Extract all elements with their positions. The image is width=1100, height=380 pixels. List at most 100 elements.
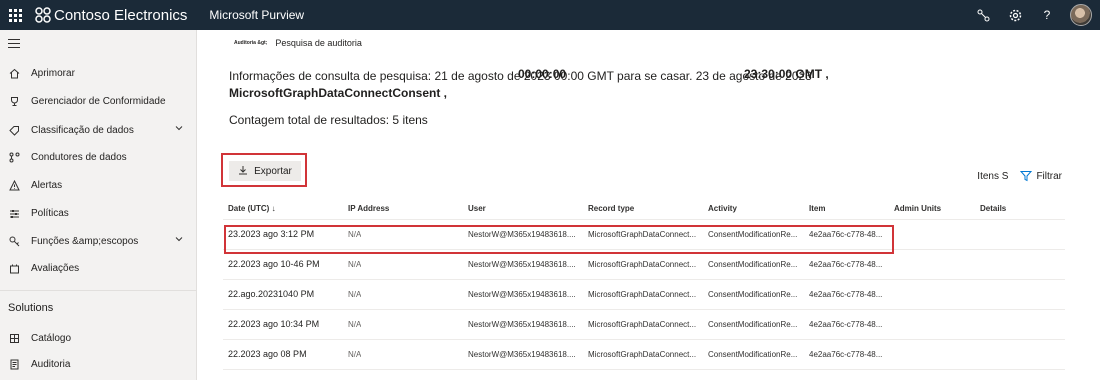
table-row[interactable]: 22.2023 ago 10-46 PM N/A NestorW@M365x19… (223, 250, 1065, 280)
sidebar-item-label: Funções &amp;escopos (31, 235, 139, 247)
cell-record-type: MicrosoftGraphDataConnect... (588, 230, 697, 239)
brand[interactable]: Contoso Electronics (34, 6, 187, 24)
sidebar-item-home[interactable]: Aprimorar (0, 62, 197, 84)
total-results: Contagem total de resultados: 5 itens (229, 113, 428, 127)
cell-activity: ConsentModificationRe... (708, 320, 798, 329)
help-icon[interactable]: ? (1038, 6, 1056, 24)
sidebar-item-label: Auditoria (31, 358, 71, 370)
connections-icon[interactable] (974, 6, 992, 24)
breadcrumb-parent[interactable]: Auditoria &gt; (234, 40, 267, 46)
catalog-icon (7, 331, 21, 345)
sidebar-item-label: Avaliações (31, 262, 80, 274)
breadcrumb: Auditoria &gt; Pesquisa de auditoria (234, 38, 362, 48)
cell-ip: N/A (348, 350, 362, 359)
query-info: Informações de consulta de pesquisa: 21 … (229, 67, 869, 102)
sidebar-item-data-classification[interactable]: Classificação de dados (0, 119, 197, 141)
chevron-down-icon[interactable] (175, 235, 183, 243)
column-header-activity[interactable]: Activity (708, 204, 804, 213)
column-header-details[interactable]: Details (980, 204, 1006, 213)
cell-item: 4e2aa76c-c778-48... (809, 350, 883, 359)
filter-button[interactable]: Filtrar (1020, 170, 1062, 182)
table-row[interactable]: 22.ago.20231040 PM N/A NestorW@M365x1948… (223, 280, 1065, 310)
gear-icon[interactable] (1006, 6, 1024, 24)
tag-icon (7, 123, 21, 137)
sidebar: Aprimorar Gerenciador de Conformidade Cl… (0, 30, 197, 380)
cell-ip: N/A (348, 290, 362, 299)
column-header-user[interactable]: User (468, 204, 580, 213)
table-row[interactable]: 23.2023 ago 3:12 PM N/A NestorW@M365x194… (223, 220, 1065, 250)
avatar[interactable] (1070, 4, 1092, 26)
brand-name: Contoso Electronics (54, 6, 188, 24)
cell-date: 22.ago.20231040 PM (228, 289, 315, 299)
sidebar-item-label: Alertas (31, 179, 63, 191)
query-info-line2: MicrosoftGraphDataConnectConsent , (229, 86, 448, 100)
sidebar-item-label: Catálogo (31, 332, 72, 344)
sidebar-item-data-connectors[interactable]: Condutores de dados (0, 146, 197, 168)
warning-icon (7, 178, 21, 192)
cell-date: 22.2023 ago 10-46 PM (228, 259, 320, 269)
audit-icon (7, 357, 21, 371)
cell-date: 23.2023 ago 3:12 PM (228, 229, 315, 239)
cell-activity: ConsentModificationRe... (708, 230, 798, 239)
cell-record-type: MicrosoftGraphDataConnect... (588, 350, 697, 359)
filter-icon (1020, 171, 1033, 182)
contoso-logo-icon (35, 7, 51, 23)
assessment-icon (7, 261, 21, 275)
filter-label: Filtrar (1036, 170, 1062, 182)
audit-results-table: Date (UTC) ↓ IP Address User Record type… (223, 198, 1065, 370)
top-bar: Contoso Electronics Microsoft Purview ? (0, 0, 1100, 30)
cell-ip: N/A (348, 320, 362, 329)
sidebar-item-assessments[interactable]: Avaliações (0, 257, 197, 279)
sidebar-item-compliance-manager[interactable]: Gerenciador de Conformidade (0, 90, 197, 112)
column-header-admin-units[interactable]: Admin Units (894, 204, 941, 213)
export-highlight: Exportar (221, 153, 307, 187)
home-icon (7, 66, 21, 80)
column-header-date[interactable]: Date (UTC) ↓ (228, 204, 276, 213)
sidebar-item-audit[interactable]: Auditoria (0, 353, 197, 375)
column-header-record-type[interactable]: Record type (588, 204, 704, 213)
cell-record-type: MicrosoftGraphDataConnect... (588, 320, 697, 329)
sidebar-item-roles-scopes[interactable]: Funções &amp;escopos (0, 230, 197, 252)
breadcrumb-current: Pesquisa de auditoria (275, 38, 362, 48)
sidebar-item-label: Condutores de dados (31, 151, 127, 163)
waffle-icon[interactable] (0, 0, 30, 30)
table-row[interactable]: 22.2023 ago 10:34 PM N/A NestorW@M365x19… (223, 310, 1065, 340)
table-row[interactable]: 22.2023 ago 08 PM N/A NestorW@M365x19483… (223, 340, 1065, 370)
cell-date: 22.2023 ago 08 PM (228, 349, 307, 359)
sidebar-item-alerts[interactable]: Alertas (0, 174, 197, 196)
hamburger-icon[interactable] (8, 39, 20, 51)
sidebar-item-label: Aprimorar (31, 67, 75, 79)
sidebar-item-label: Classificação de dados (31, 124, 134, 136)
query-time-end: 23:30:00 GMT , (744, 67, 829, 81)
cell-item: 4e2aa76c-c778-48... (809, 260, 883, 269)
cell-record-type: MicrosoftGraphDataConnect... (588, 260, 697, 269)
query-time-start: 00:00:00 (518, 67, 567, 81)
sliders-icon (7, 206, 21, 220)
sidebar-item-label: Políticas (31, 207, 69, 219)
cell-ip: N/A (348, 260, 362, 269)
column-header-ip[interactable]: IP Address (348, 204, 389, 213)
key-icon (7, 234, 21, 248)
sort-arrow-icon: ↓ (271, 204, 276, 213)
column-header-item[interactable]: Item (809, 204, 887, 213)
cell-ip: N/A (348, 230, 362, 239)
sidebar-section-title: Solutions (8, 302, 54, 314)
cell-item: 4e2aa76c-c778-48... (809, 290, 883, 299)
trophy-icon (7, 94, 21, 108)
cell-user: NestorW@M365x19483618.... (468, 350, 576, 359)
cell-activity: ConsentModificationRe... (708, 260, 798, 269)
cell-record-type: MicrosoftGraphDataConnect... (588, 290, 697, 299)
app-name[interactable]: Microsoft Purview (209, 8, 304, 22)
sidebar-item-catalog[interactable]: Catálogo (0, 327, 197, 349)
sidebar-item-policies[interactable]: Políticas (0, 202, 197, 224)
cell-item: 4e2aa76c-c778-48... (809, 230, 883, 239)
export-button[interactable]: Exportar (229, 161, 301, 181)
export-label: Exportar (254, 165, 292, 177)
cell-activity: ConsentModificationRe... (708, 290, 798, 299)
cell-user: NestorW@M365x19483618.... (468, 230, 576, 239)
table-header: Date (UTC) ↓ IP Address User Record type… (223, 198, 1065, 220)
chevron-down-icon[interactable] (175, 124, 183, 132)
cell-user: NestorW@M365x19483618.... (468, 320, 576, 329)
items-count: Itens S (977, 170, 1009, 182)
cell-date: 22.2023 ago 10:34 PM (228, 319, 320, 329)
